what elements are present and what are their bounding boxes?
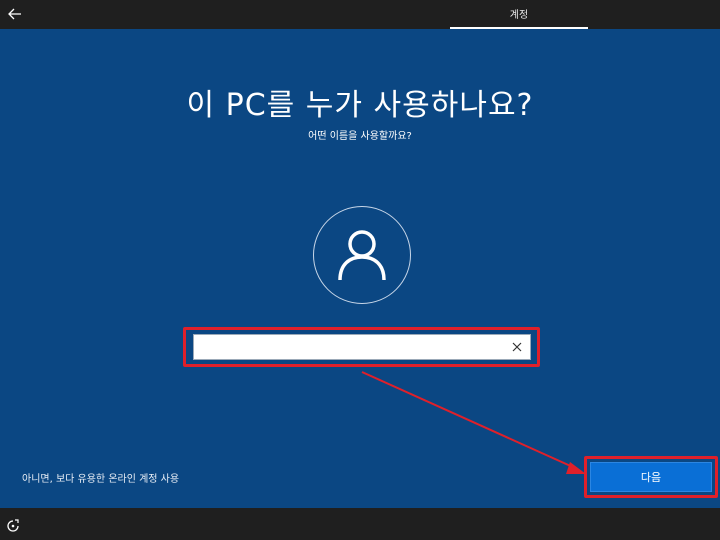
avatar — [313, 206, 411, 304]
tab-account[interactable]: 계정 — [450, 0, 588, 29]
clear-button[interactable] — [504, 335, 530, 359]
page-title: 이 PC를 누가 사용하나요? — [186, 88, 534, 123]
online-account-link[interactable]: 아니면, 보다 유용한 온라인 계정 사용 — [22, 470, 179, 485]
next-button[interactable]: 다음 — [590, 462, 712, 492]
name-field — [193, 334, 531, 360]
user-icon — [338, 230, 386, 281]
back-button[interactable] — [5, 4, 25, 24]
top-bar: 계정 — [0, 0, 720, 29]
back-arrow-icon — [8, 8, 21, 20]
bottom-bar — [0, 508, 720, 540]
accessibility-icon — [7, 519, 19, 532]
name-input[interactable] — [194, 335, 504, 359]
page-subtitle: 어떤 이름을 사용할까요? — [308, 131, 412, 142]
close-icon — [512, 342, 522, 352]
accessibility-button[interactable] — [6, 518, 20, 532]
